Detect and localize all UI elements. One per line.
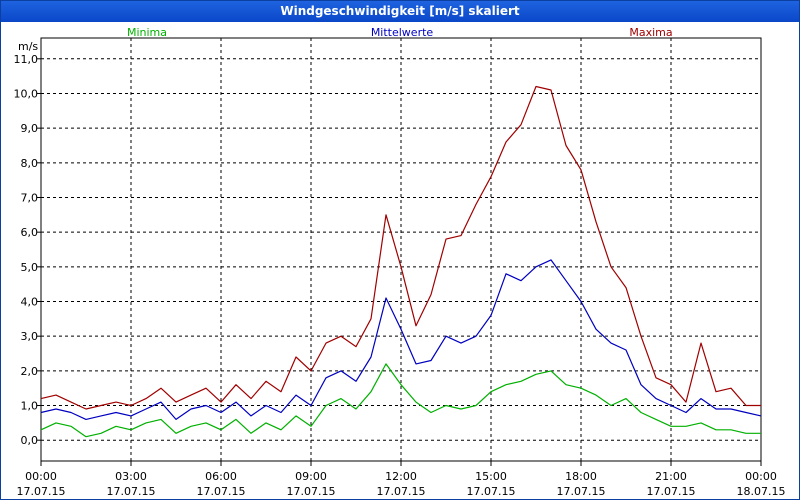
x-tick-label-date: 17.07.15 xyxy=(467,485,516,498)
x-tick-label-date: 17.07.15 xyxy=(377,485,426,498)
x-tick-label-time: 00:00 xyxy=(745,470,777,483)
y-tick-label: 2,0 xyxy=(21,365,39,378)
x-tick-label-time: 15:00 xyxy=(475,470,507,483)
x-tick-label-time: 03:00 xyxy=(115,470,147,483)
y-tick-label: 10,0 xyxy=(14,87,39,100)
x-tick-label-time: 21:00 xyxy=(655,470,687,483)
x-tick-label-date: 17.07.15 xyxy=(197,485,246,498)
legend-entry-mittelwerte: Mittelwerte xyxy=(371,26,434,39)
x-tick-label-time: 18:00 xyxy=(565,470,597,483)
y-tick-label: 8,0 xyxy=(21,157,39,170)
x-tick-label-time: 09:00 xyxy=(295,470,327,483)
chart-window: Windgeschwindigkeit [m/s] skaliert 0,0 1,… xyxy=(0,0,800,500)
x-tick-label-date: 18.07.15 xyxy=(737,485,786,498)
window-title: Windgeschwindigkeit [m/s] skaliert xyxy=(1,1,799,22)
y-tick-label: 9,0 xyxy=(21,122,39,135)
y-tick-label: 1,0 xyxy=(21,400,39,413)
y-tick-label: 7,0 xyxy=(21,191,39,204)
legend-entry-minima: Minima xyxy=(127,26,167,39)
y-tick-label: 11,0 xyxy=(14,53,39,66)
x-tick-label-date: 17.07.15 xyxy=(107,485,156,498)
x-tick-label-date: 17.07.15 xyxy=(647,485,696,498)
y-tick-label: 0,0 xyxy=(21,434,39,447)
y-tick-label: 4,0 xyxy=(21,296,39,309)
x-tick-label-time: 00:00 xyxy=(25,470,57,483)
x-tick-label-date: 17.07.15 xyxy=(287,485,336,498)
y-tick-label: 3,0 xyxy=(21,330,39,343)
y-axis-label: m/s xyxy=(18,40,38,53)
x-tick-label-time: 12:00 xyxy=(385,470,417,483)
y-tick-label: 6,0 xyxy=(21,226,39,239)
x-tick-label-date: 17.07.15 xyxy=(17,485,66,498)
line-chart: 0,0 1,0 2,0 3,0 4,0 5,0 6,0 7,0 8,0 9,0 10,0 11,0 00… xyxy=(14,26,786,498)
x-tick-label-date: 17.07.15 xyxy=(557,485,606,498)
legend-entry-maxima: Maxima xyxy=(629,26,672,39)
x-tick-label-time: 06:00 xyxy=(205,470,237,483)
y-tick-label: 5,0 xyxy=(21,261,39,274)
